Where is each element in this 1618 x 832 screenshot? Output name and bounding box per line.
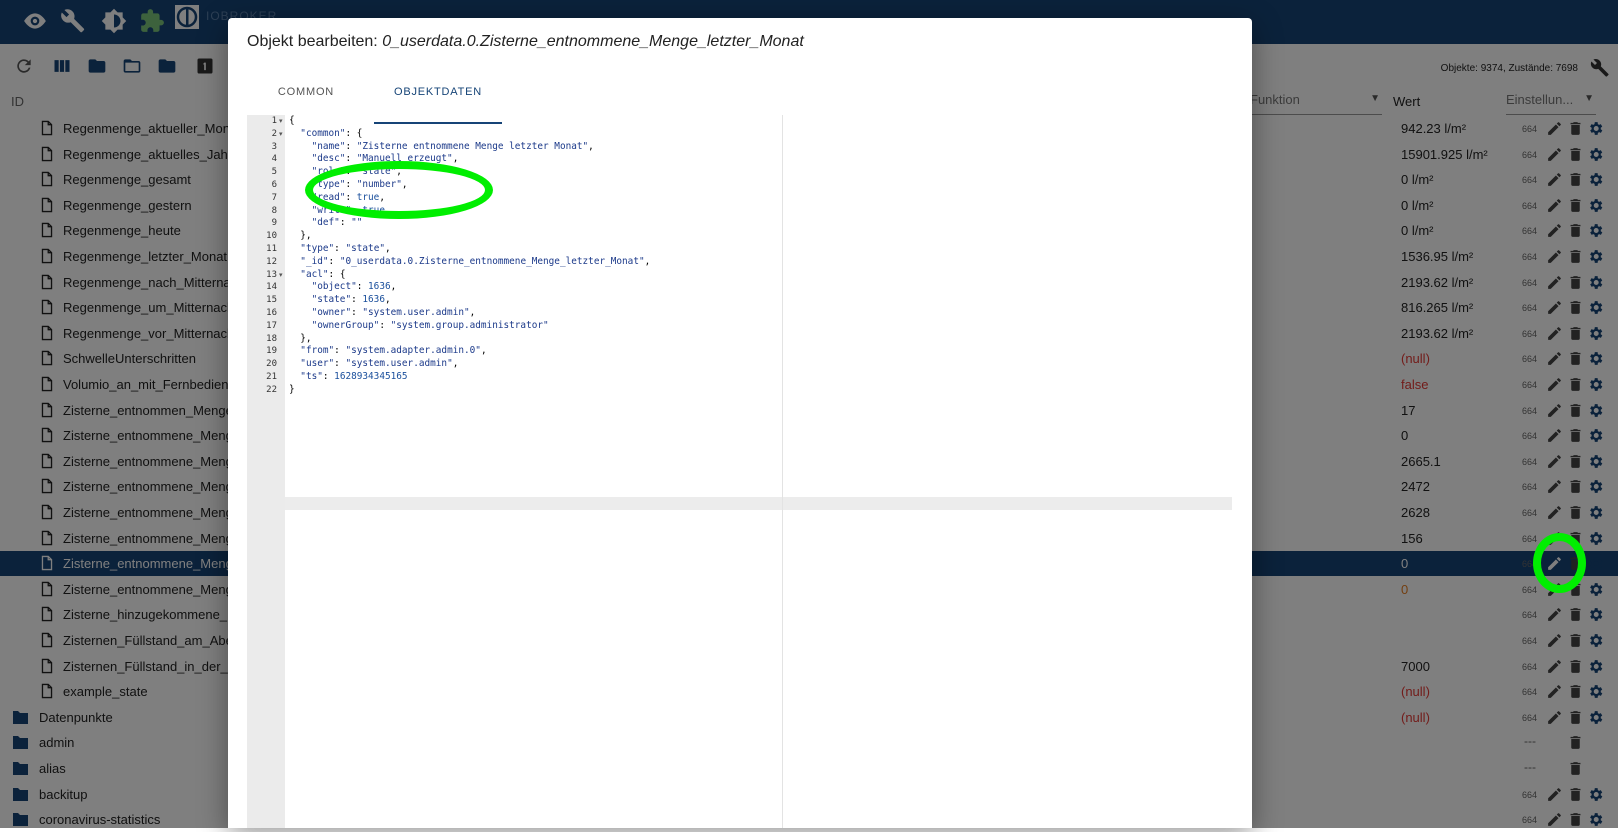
line-number: 19 [266, 346, 277, 357]
dialog-title: Objekt bearbeiten: 0_userdata.0.Zisterne… [247, 33, 804, 51]
edit-object-dialog: Objekt bearbeiten: 0_userdata.0.Zisterne… [228, 18, 1252, 828]
line-number: 10 [266, 231, 277, 242]
fold-toggle-icon[interactable]: ▾ [279, 271, 283, 279]
line-number: 21 [266, 372, 277, 382]
print-margin [782, 115, 783, 828]
code-line: "ownerGroup": "system.group.administrato… [311, 319, 549, 331]
line-number: 12 [266, 256, 277, 267]
line-number: 11 [266, 244, 277, 254]
code-line: "def": "" [311, 217, 363, 229]
active-line-highlight [247, 497, 1232, 510]
line-number: 18 [266, 333, 277, 344]
line-number: 13 [266, 269, 277, 280]
code-line: "_id": "0_userdata.0.Zisterne_entnommene… [300, 255, 651, 267]
code-line: "acl": { [300, 268, 346, 280]
line-number: 9 [271, 218, 277, 229]
code-line: "from": "system.adapter.admin.0", [300, 345, 487, 357]
line-number: 20 [266, 359, 277, 370]
code-line: "owner": "system.user.admin", [311, 307, 476, 318]
line-number: 4 [271, 154, 277, 165]
fold-toggle-icon[interactable]: ▾ [279, 117, 283, 125]
code-line: }, [289, 332, 312, 344]
line-number: 3 [271, 141, 277, 152]
line-number: 5 [271, 167, 277, 178]
code-line: } [289, 383, 295, 395]
line-number: 22 [266, 384, 277, 395]
line-number: 2 [271, 128, 277, 139]
line-number: 8 [271, 205, 277, 216]
dialog-title-object: 0_userdata.0.Zisterne_entnommene_Menge_l… [382, 33, 804, 50]
line-number: 16 [266, 308, 277, 318]
code-line: "ts": 1628934345165 [300, 371, 408, 382]
code-line: "state": 1636, [311, 294, 391, 306]
line-number: 1 [271, 116, 277, 126]
highlight-ring-edit [1533, 533, 1586, 593]
line-number: 17 [266, 320, 277, 331]
line-number: 7 [271, 192, 277, 203]
code-line: }, [289, 230, 312, 242]
code-line: "type": "state", [300, 243, 391, 254]
code-line: "user": "system.user.admin", [300, 358, 459, 370]
line-number: 15 [266, 295, 277, 306]
json-editor[interactable]: 1 ▾ 2 ▾ 3 4 5 6 7 8 9 10 11 12 13 ▾ 14 15 16 17 18 19 20 21 22 {… [247, 115, 1232, 828]
code-line: { [289, 115, 295, 126]
code-line: "object": 1636, [311, 281, 397, 293]
line-number: 14 [266, 282, 277, 293]
code-line: "name": "Zisterne entnommene Menge letzt… [311, 140, 594, 152]
editor-gutter: 1 ▾ 2 ▾ 3 4 5 6 7 8 9 10 11 12 13 ▾ 14 15 16 17 18 19 20 21 22 [247, 115, 285, 828]
dialog-title-prefix: Objekt bearbeiten: [247, 33, 378, 50]
fold-toggle-icon[interactable]: ▾ [279, 130, 283, 138]
highlight-ring-type [305, 161, 493, 219]
code-line: "common": { [300, 127, 363, 139]
line-number: 6 [271, 180, 277, 190]
